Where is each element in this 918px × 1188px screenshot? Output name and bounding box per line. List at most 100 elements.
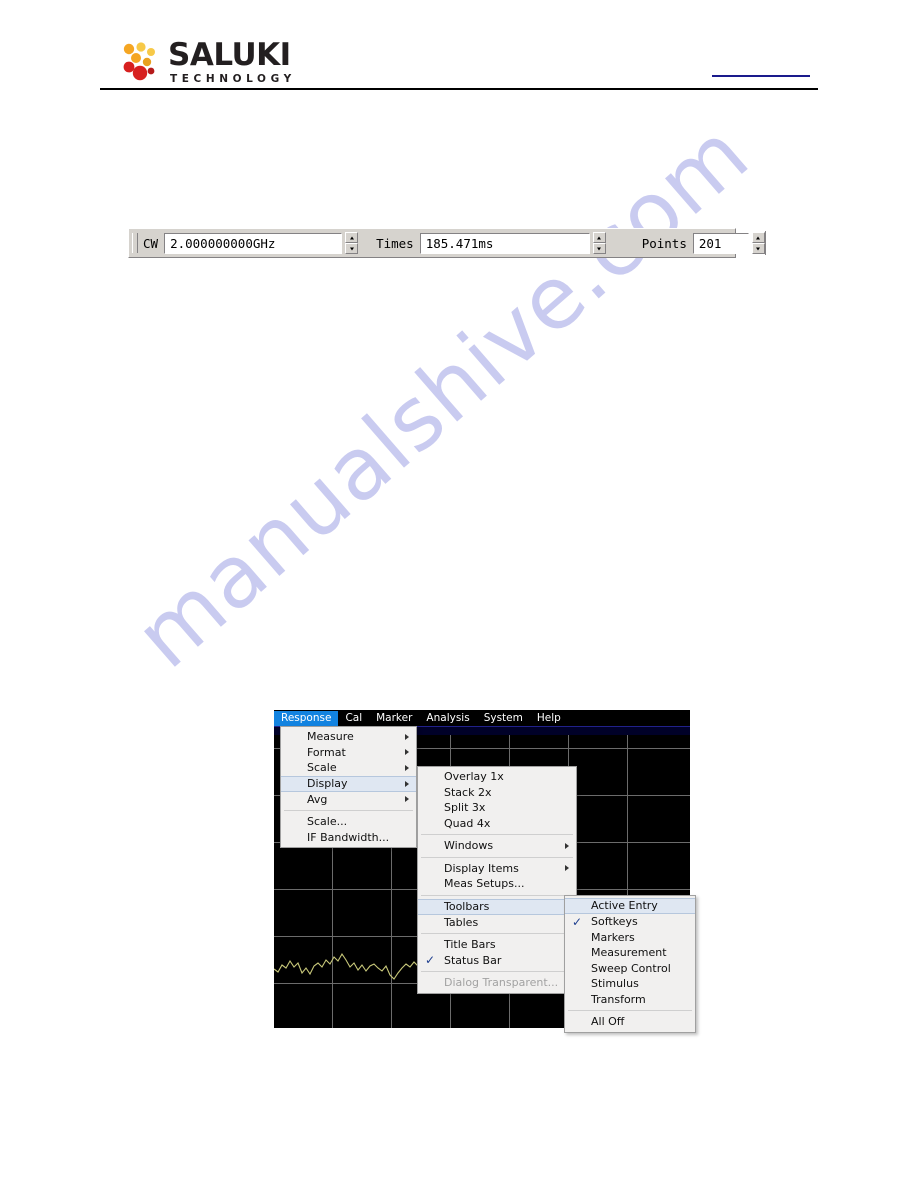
menu-item-label: Active Entry — [591, 899, 658, 912]
check-icon: ✓ — [425, 953, 436, 968]
check-icon: ✓ — [572, 914, 583, 929]
menu-item-measurement[interactable]: Measurement — [565, 945, 695, 961]
menu-separator — [284, 810, 413, 811]
times-stepper-up-icon[interactable] — [592, 232, 606, 243]
menu-item-status-bar[interactable]: ✓ Status Bar — [418, 953, 576, 969]
page-header: SALUKI TECHNOLOGY — [0, 0, 918, 100]
submenu-arrow-icon — [405, 796, 409, 803]
menu-separator — [421, 894, 573, 896]
points-input[interactable]: 201 — [692, 232, 749, 254]
menu-item-label: Measure — [307, 730, 354, 743]
menu-item-if-bandwidth[interactable]: IF Bandwidth... — [281, 830, 416, 846]
menu-item-label: Stack 2x — [444, 785, 492, 799]
times-label: Times — [376, 235, 414, 251]
menu-item-label: Quad 4x — [444, 816, 491, 830]
menu-item-scale[interactable]: Scale — [281, 760, 416, 776]
menu-item-all-off[interactable]: All Off — [565, 1014, 695, 1030]
menu-item-title-bars[interactable]: Title Bars — [418, 937, 576, 953]
saluki-wordmark: SALUKI TECHNOLOGY — [168, 37, 296, 86]
menu-item-label: Scale — [307, 761, 337, 774]
menu-item-transform[interactable]: Transform — [565, 992, 695, 1008]
menu-bar-item-analysis[interactable]: Analysis — [419, 711, 476, 726]
vna-menu-bar: Response Cal Marker Analysis System Help — [274, 710, 690, 726]
header-divider-rule — [100, 88, 818, 90]
menu-item-label: Windows — [444, 839, 494, 852]
menu-item-label: Measurement — [591, 946, 667, 959]
menu-item-active-entry[interactable]: Active Entry — [565, 898, 695, 914]
menu-item-display-items[interactable]: Display Items — [418, 861, 576, 877]
times-stepper-down-icon[interactable] — [592, 243, 606, 254]
menu-item-measure[interactable]: Measure — [281, 729, 416, 745]
points-stepper-down-icon[interactable] — [751, 243, 765, 254]
points-stepper[interactable] — [751, 232, 765, 254]
submenu-arrow-icon — [405, 749, 409, 756]
times-input[interactable]: 185.471ms — [419, 232, 590, 254]
menu-separator — [421, 971, 573, 972]
menu-item-label: Meas Setups... — [444, 877, 525, 890]
menu-item-sweep-control[interactable]: Sweep Control — [565, 961, 695, 977]
menu-item-overlay-1x[interactable]: Overlay 1x — [418, 769, 576, 785]
submenu-arrow-icon — [565, 842, 569, 849]
menu-item-markers[interactable]: Markers — [565, 930, 695, 946]
menu-item-label: Overlay 1x — [444, 770, 504, 783]
logo-dots-icon — [123, 42, 155, 81]
menu-item-label: Display — [307, 776, 348, 790]
menu-item-stack-2x[interactable]: Stack 2x — [418, 785, 576, 801]
menu-item-format[interactable]: Format — [281, 745, 416, 761]
menu-item-stimulus[interactable]: Stimulus — [565, 976, 695, 992]
submenu-arrow-icon — [565, 865, 569, 872]
menu-bar-item-help[interactable]: Help — [530, 711, 568, 726]
menu-item-softkeys[interactable]: ✓ Softkeys — [565, 914, 695, 930]
menu-item-label: Split 3x — [444, 801, 486, 814]
logo-tagline: TECHNOLOGY — [170, 73, 296, 86]
menu-item-tables[interactable]: Tables — [418, 915, 576, 931]
menu-item-label: Display Items — [444, 861, 519, 875]
toolbars-submenu: Active Entry ✓ Softkeys Markers Measurement S… — [564, 895, 696, 1033]
menu-item-quad-4x[interactable]: Quad 4x — [418, 816, 576, 832]
menu-item-label: Dialog Transparent... — [444, 976, 559, 989]
menu-item-label: All Off — [591, 1015, 625, 1028]
cw-input[interactable]: 2.000000000GHz — [164, 232, 343, 254]
menu-item-display[interactable]: Display — [281, 775, 416, 792]
submenu-arrow-icon — [405, 764, 409, 771]
menu-bar-item-cal[interactable]: Cal — [338, 711, 369, 726]
menu-item-label: Transform — [591, 992, 646, 1006]
menu-bar-item-response[interactable]: Response — [274, 710, 339, 726]
cw-stepper-down-icon[interactable] — [345, 243, 359, 254]
menu-item-windows[interactable]: Windows — [418, 838, 576, 854]
menu-item-toolbars[interactable]: Toolbars — [418, 898, 576, 915]
points-label: Points — [641, 235, 687, 251]
menu-separator — [568, 1010, 692, 1011]
menu-item-meas-setups[interactable]: Meas Setups... — [418, 876, 576, 892]
times-stepper[interactable] — [592, 232, 606, 254]
menu-bar-item-marker[interactable]: Marker — [369, 711, 419, 726]
stimulus-toolbar: CW 2.000000000GHz Times 185.471ms Points… — [128, 228, 770, 258]
menu-separator — [421, 834, 573, 835]
logo-name: SALUKI — [168, 37, 291, 73]
menu-item-label: Toolbars — [444, 899, 490, 913]
menu-item-label: Tables — [444, 915, 479, 929]
cw-stepper[interactable] — [345, 232, 359, 254]
toolbar-drag-grip[interactable] — [132, 233, 138, 253]
header-blue-rule — [712, 75, 810, 77]
cw-stepper-up-icon[interactable] — [345, 232, 359, 243]
points-stepper-up-icon[interactable] — [751, 232, 765, 243]
saluki-logo: SALUKI TECHNOLOGY — [120, 37, 296, 86]
watermark-text: manualshive.com — [117, 103, 768, 688]
menu-item-split-3x[interactable]: Split 3x — [418, 800, 576, 816]
menu-item-label: Scale... — [307, 815, 348, 828]
menu-item-label: IF Bandwidth... — [307, 830, 390, 844]
menu-item-label: Softkeys — [591, 915, 638, 928]
menu-separator — [421, 856, 573, 858]
display-submenu: Overlay 1x Stack 2x Split 3x Quad 4x Windows… — [417, 766, 577, 994]
menu-item-label: Avg — [307, 792, 328, 806]
menu-item-label: Format — [307, 745, 346, 759]
toolbar-end-grip — [764, 231, 770, 255]
menu-item-dialog-transparent: Dialog Transparent... — [418, 975, 576, 991]
menu-item-avg[interactable]: Avg — [281, 792, 416, 808]
menu-item-scale[interactable]: Scale... — [281, 814, 416, 830]
response-dropdown-menu: Measure Format Scale Display Avg Scale... IF B… — [280, 726, 417, 848]
submenu-arrow-icon — [405, 780, 409, 787]
menu-bar-item-system[interactable]: System — [477, 711, 530, 726]
menu-item-label: Title Bars — [444, 938, 496, 951]
